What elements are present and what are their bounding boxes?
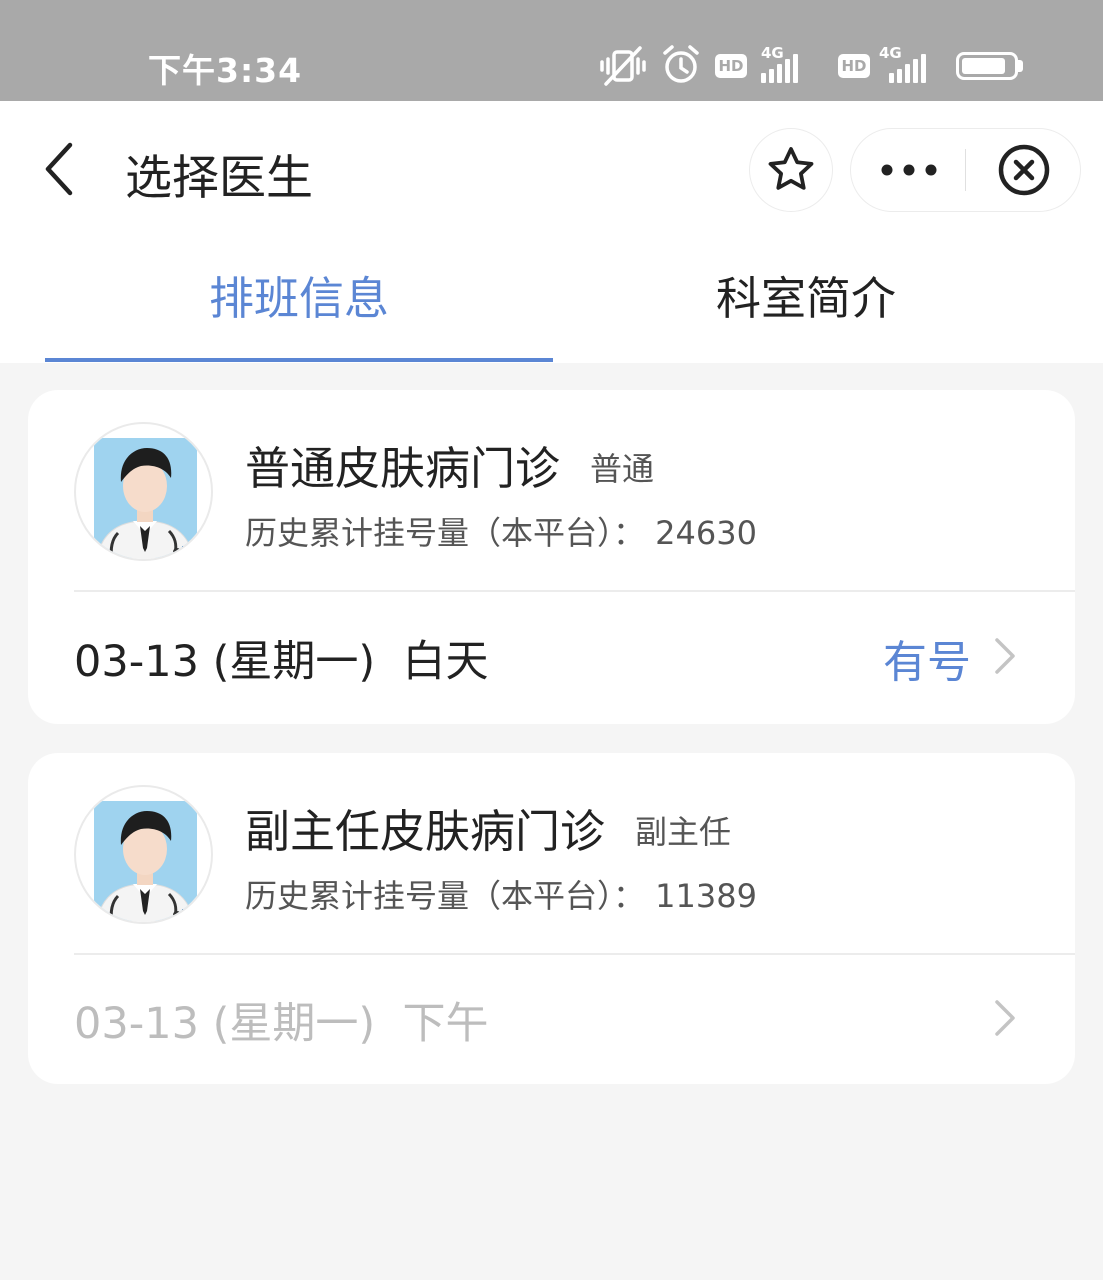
more-button[interactable] bbox=[851, 129, 966, 211]
hd-badge: HD bbox=[715, 54, 747, 78]
close-button[interactable] bbox=[967, 129, 1080, 211]
clinic-name-text: 副主任皮肤病门诊 bbox=[245, 805, 606, 858]
schedule-row[interactable]: 03-13 (星期一) 下午 bbox=[28, 955, 1075, 1084]
hd-badge-2: HD bbox=[838, 54, 870, 78]
menu-capsule bbox=[850, 128, 1081, 212]
signal-icon bbox=[761, 53, 798, 83]
doctor-avatar-icon bbox=[74, 422, 213, 561]
schedule-date: 03-13 (星期一) 白天 bbox=[74, 637, 489, 687]
schedule-date: 03-13 (星期一) 下午 bbox=[74, 998, 489, 1049]
chevron-left-icon[interactable] bbox=[40, 141, 80, 197]
favorite-button[interactable] bbox=[749, 128, 833, 212]
capsule-divider bbox=[965, 149, 966, 191]
more-dots-icon bbox=[881, 164, 936, 176]
clinic-card: 副主任皮肤病门诊 副主任 历史累计挂号量（本平台）： 11389 03-13 (星… bbox=[28, 753, 1075, 1084]
doctor-avatar-icon bbox=[74, 785, 213, 924]
status-time: 下午3:34 bbox=[148, 51, 303, 90]
clinic-level: 副主任 bbox=[635, 813, 732, 851]
clinic-level: 普通 bbox=[590, 450, 655, 488]
battery-icon bbox=[956, 52, 1018, 80]
chevron-right-icon bbox=[995, 999, 1015, 1036]
tab-department-intro[interactable]: 科室简介 bbox=[552, 236, 1060, 363]
chevron-right-icon bbox=[995, 638, 1015, 674]
clinic-card: 普通皮肤病门诊 普通 历史累计挂号量（本平台）： 24630 03-13 (星期一… bbox=[28, 390, 1075, 724]
registration-count: 历史累计挂号量（本平台）： 24630 bbox=[245, 514, 757, 552]
star-icon bbox=[768, 147, 814, 190]
availability-status: 有号 bbox=[883, 637, 971, 688]
nav-bar: 选择医生 bbox=[0, 101, 1103, 236]
signal-icon-2 bbox=[889, 53, 926, 83]
schedule-row[interactable]: 03-13 (星期一) 白天 有号 bbox=[28, 592, 1075, 724]
alarm-icon bbox=[663, 45, 699, 83]
clinic-name-text: 普通皮肤病门诊 bbox=[245, 442, 561, 495]
status-bar: 下午3:34 HD 4G HD 4G bbox=[0, 0, 1103, 101]
tab-bar: 排班信息 科室简介 bbox=[0, 236, 1103, 363]
active-tab-indicator bbox=[45, 358, 553, 362]
registration-count: 历史累计挂号量（本平台）： 11389 bbox=[245, 877, 757, 915]
battery-fill bbox=[962, 58, 1005, 74]
close-circle-icon bbox=[998, 144, 1049, 196]
clinic-name: 普通皮肤病门诊 普通 bbox=[245, 432, 654, 497]
tab-schedule-info[interactable]: 排班信息 bbox=[45, 236, 553, 363]
battery-tip bbox=[1018, 60, 1023, 72]
page-title: 选择医生 bbox=[125, 151, 313, 206]
clinic-name: 副主任皮肤病门诊 副主任 bbox=[245, 795, 731, 860]
vibrate-mute-icon bbox=[600, 46, 646, 86]
